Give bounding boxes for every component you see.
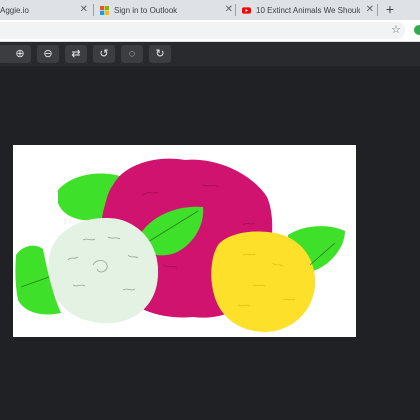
flower-drawing-svg <box>15 158 345 332</box>
tab-separator <box>93 4 94 16</box>
flower-drawing <box>13 145 356 337</box>
tab-strip: Aggie.io ✕ Sign in to Outlook ✕ 10 Extin… <box>0 0 420 20</box>
undo-icon: ↺ <box>99 48 109 60</box>
zoom-out-button[interactable]: ⊖ <box>37 45 59 63</box>
zoom-out-icon: ⊖ <box>43 48 53 60</box>
tab-separator <box>377 4 378 16</box>
tab-youtube[interactable]: 10 Extinct Animals We Shouldn't ✕ <box>239 0 378 20</box>
rotate-icon: ◌ <box>128 48 136 60</box>
zoom-in-button[interactable]: ⊕ <box>9 45 31 63</box>
flip-icon: ⇄ <box>71 48 81 60</box>
white-flower <box>48 218 159 324</box>
image-viewer-toolbar: ⊕ ⊖ ⇄ ↺ ◌ ↻ <box>0 42 420 66</box>
zoom-in-icon: ⊕ <box>15 48 25 60</box>
tab-separator <box>235 4 236 16</box>
address-bar[interactable] <box>0 22 405 39</box>
flip-button[interactable]: ⇄ <box>65 45 87 63</box>
youtube-icon <box>242 6 251 14</box>
browser-toolbar: ☆ <box>0 20 420 42</box>
new-tab-button[interactable]: + <box>382 0 398 20</box>
yellow-flower <box>211 231 316 332</box>
undo-button[interactable]: ↺ <box>93 45 115 63</box>
tab-outlook[interactable]: Sign in to Outlook ✕ <box>97 0 237 20</box>
rotate-button[interactable]: ◌ <box>121 45 143 63</box>
extension-icon[interactable] <box>414 25 420 35</box>
redo-icon: ↻ <box>155 48 165 60</box>
redo-button[interactable]: ↻ <box>149 45 171 63</box>
star-icon[interactable]: ☆ <box>391 23 401 37</box>
close-icon[interactable]: ✕ <box>225 3 233 17</box>
tab-title: Sign in to Outlook <box>114 5 178 15</box>
close-icon[interactable]: ✕ <box>80 3 88 17</box>
tab-title: 10 Extinct Animals We Shouldn't <box>256 5 360 15</box>
close-icon[interactable]: ✕ <box>366 3 374 17</box>
tab-aggie[interactable]: Aggie.io ✕ <box>0 0 92 20</box>
tab-title: Aggie.io <box>0 5 29 15</box>
microsoft-icon <box>100 5 109 15</box>
